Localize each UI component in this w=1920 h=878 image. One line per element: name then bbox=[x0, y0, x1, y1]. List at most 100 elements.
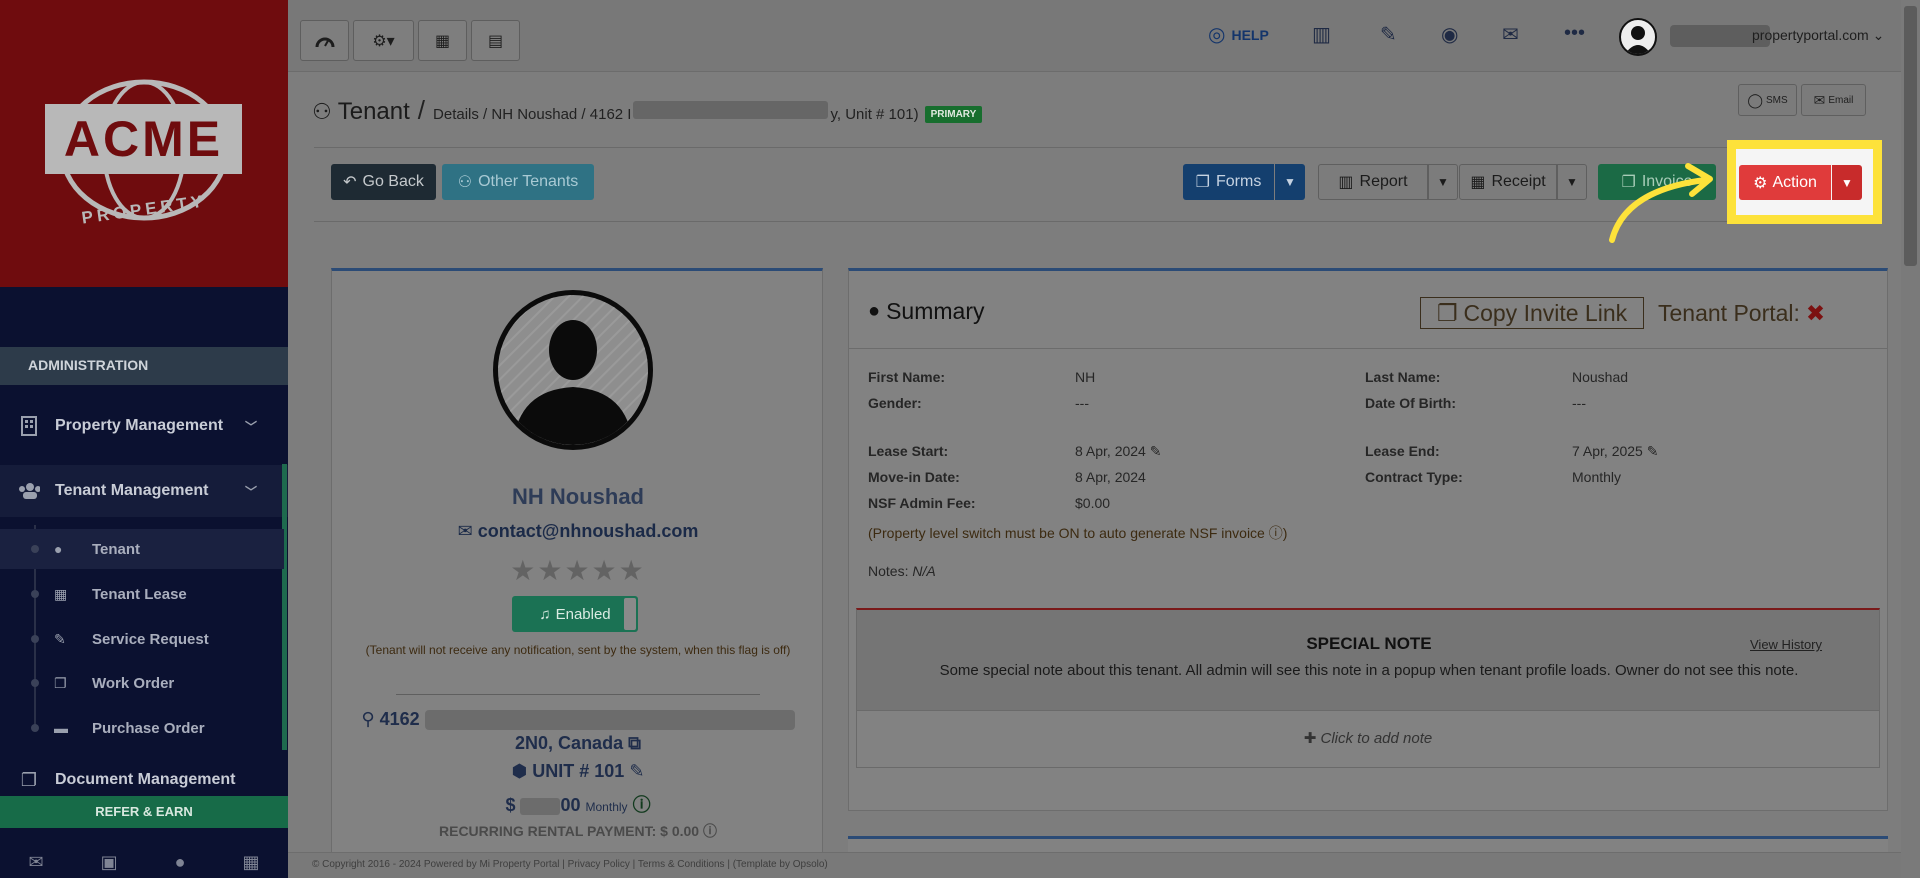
dob-label: Date Of Birth: bbox=[1365, 395, 1456, 411]
subitem-label: Tenant Lease bbox=[92, 585, 187, 603]
special-note-title: SPECIAL NOTE bbox=[1306, 634, 1432, 653]
receipt-dropdown-caret[interactable]: ▼ bbox=[1557, 164, 1587, 200]
edit-icon[interactable]: ✎ bbox=[629, 761, 644, 781]
rating-stars[interactable]: ★★★★★ bbox=[332, 554, 824, 587]
more-icon[interactable]: ••• bbox=[1564, 22, 1585, 45]
go-back-button[interactable]: ↶ Go Back bbox=[331, 164, 436, 200]
cube-icon: ⬢ bbox=[511, 761, 528, 781]
section-header: ADMINISTRATION bbox=[0, 347, 288, 385]
action-button[interactable]: ⚙ Action bbox=[1739, 165, 1831, 200]
building-icon bbox=[18, 415, 40, 437]
sidebar-item-tenant-management[interactable]: Tenant Management ﹀ bbox=[0, 465, 288, 517]
pointer-arrow-icon bbox=[1609, 163, 1713, 243]
tenant-email[interactable]: contact@nhnoushad.com bbox=[478, 521, 699, 541]
chart-icon[interactable]: ▥ bbox=[1312, 22, 1331, 47]
dashboard-button[interactable] bbox=[300, 20, 349, 61]
comment-icon: ◯ bbox=[1747, 91, 1763, 108]
info-icon[interactable]: ⓘ bbox=[1269, 525, 1283, 541]
help-label: HELP bbox=[1231, 26, 1269, 43]
tenant-name: NH Noushad bbox=[512, 484, 644, 509]
refer-earn-button[interactable]: REFER & EARN bbox=[0, 796, 288, 828]
envelope-icon[interactable]: ✉ bbox=[29, 852, 44, 873]
divider bbox=[314, 147, 1868, 148]
user-email: propertyportal.com bbox=[1752, 27, 1869, 43]
info-icon[interactable]: ⓘ bbox=[633, 795, 651, 815]
first-name-label: First Name: bbox=[868, 369, 946, 385]
external-link-icon[interactable]: ⧉ bbox=[628, 733, 641, 753]
tenant-address: ⚲ 4162 2N0, Canada ⧉ bbox=[332, 707, 824, 755]
add-note-button[interactable]: ✚ Click to add note bbox=[856, 710, 1880, 768]
forms-button[interactable]: ❐ Forms bbox=[1183, 164, 1274, 200]
users-icon: ⚇ bbox=[457, 174, 473, 191]
bullet bbox=[31, 635, 39, 643]
wrench-icon: ✎ bbox=[54, 630, 66, 647]
sidebar-item-label: Property Management bbox=[55, 417, 224, 434]
last-name-value: Noushad bbox=[1572, 369, 1629, 385]
scrollbar[interactable] bbox=[1901, 0, 1920, 878]
view-history-link[interactable]: View History bbox=[1750, 637, 1822, 652]
envelope-icon[interactable]: ✉ bbox=[1502, 22, 1519, 47]
report-dropdown-caret[interactable]: ▼ bbox=[1428, 164, 1458, 200]
lease-start-row: 8 Apr, 2024 ✎ bbox=[1075, 443, 1161, 460]
notifications-toggle[interactable]: ♫ Enabled bbox=[512, 596, 638, 632]
divider bbox=[849, 348, 1887, 349]
close-icon[interactable]: ✖ bbox=[1806, 300, 1825, 326]
sms-button[interactable]: ◯ SMS bbox=[1738, 84, 1797, 116]
user-icon[interactable]: ● bbox=[175, 852, 186, 873]
recurring-label: RECURRING RENTAL PAYMENT: $ 0.00 bbox=[439, 823, 700, 839]
primary-badge: PRIMARY bbox=[924, 106, 983, 123]
sidebar-subitem-tenant-lease[interactable]: ▦ Tenant Lease bbox=[0, 574, 284, 614]
sidebar-subitem-service-request[interactable]: ✎ Service Request bbox=[0, 619, 284, 659]
lease-end-row: 7 Apr, 2025 ✎ bbox=[1572, 443, 1658, 460]
scrollbar-thumb[interactable] bbox=[1904, 6, 1917, 266]
email-label: Email bbox=[1828, 94, 1854, 106]
sidebar-item-property-management[interactable]: Property Management ﹀ bbox=[0, 406, 288, 446]
chevron-down-icon: ﹀ bbox=[245, 484, 258, 499]
subitem-label: Tenant bbox=[92, 540, 141, 558]
wrench-icon[interactable]: ✎ bbox=[1380, 22, 1397, 47]
settings-dropdown-button[interactable]: ⚙▾ bbox=[353, 20, 414, 61]
eye-icon[interactable]: ◉ bbox=[1441, 22, 1458, 47]
copy-invite-link-button[interactable]: ❐ Copy Invite Link bbox=[1420, 297, 1644, 329]
briefcase-icon[interactable]: ▣ bbox=[101, 852, 118, 873]
summary-panel: ● Summary ❐ Copy Invite Link Tenant Port… bbox=[848, 268, 1888, 811]
copy-invite-label: Copy Invite Link bbox=[1463, 299, 1628, 326]
breadcrumb: ⚇ Tenant / Details / NH Noushad / 4162 I… bbox=[312, 95, 983, 126]
action-dropdown-caret[interactable]: ▼ bbox=[1832, 165, 1862, 200]
logo[interactable]: ACME bbox=[45, 104, 242, 174]
user-menu[interactable]: propertyportal.com ⌄ bbox=[1752, 27, 1884, 44]
rent-frequency: Monthly bbox=[585, 800, 628, 814]
edit-icon[interactable]: ✎ bbox=[1647, 443, 1659, 459]
page-title: Tenant bbox=[337, 98, 410, 125]
calendar-button[interactable]: ▦ bbox=[418, 20, 467, 61]
sidebar-subitem-work-order[interactable]: ❐ Work Order bbox=[0, 663, 284, 703]
plus-icon: ✚ bbox=[1303, 730, 1317, 747]
calendar-check-icon: ▦ bbox=[54, 585, 68, 602]
sidebar-item-document-management[interactable]: ❐ Document Management bbox=[0, 762, 288, 798]
qrcode-icon: ▦ bbox=[1470, 174, 1486, 191]
bullet bbox=[31, 590, 39, 598]
subitem-label: Service Request bbox=[92, 630, 209, 648]
app-window: ACME PROPERTY ADMINISTRATION Property Ma… bbox=[0, 0, 1920, 878]
report-button[interactable]: ▥ Report bbox=[1318, 164, 1428, 200]
sidebar-subitem-purchase-order[interactable]: ▬ Purchase Order bbox=[0, 708, 284, 748]
user-avatar[interactable] bbox=[1619, 18, 1657, 56]
forms-dropdown-caret[interactable]: ▼ bbox=[1275, 164, 1305, 200]
receipt-button[interactable]: ▦ Receipt bbox=[1459, 164, 1557, 200]
info-icon[interactable]: ⓘ bbox=[703, 823, 717, 839]
breadcrumb-path[interactable]: Details / NH Noushad / 4162 I bbox=[433, 106, 631, 123]
calculator-icon[interactable]: ▦ bbox=[242, 852, 259, 873]
help-link[interactable]: ◎ HELP bbox=[1208, 22, 1269, 47]
contract-label: Contract Type: bbox=[1365, 469, 1463, 485]
copy-icon: ❐ bbox=[1195, 174, 1210, 191]
envelope-icon: ✉ bbox=[457, 521, 473, 541]
breadcrumb-sep: / bbox=[417, 95, 426, 125]
edit-icon[interactable]: ✎ bbox=[1150, 443, 1162, 459]
other-tenants-label: Other Tenants bbox=[478, 173, 579, 190]
sidebar-subitem-tenant[interactable]: ● Tenant bbox=[0, 529, 284, 569]
email-button[interactable]: ✉ Email bbox=[1801, 84, 1866, 116]
calculator-button[interactable]: ▤ bbox=[471, 20, 520, 61]
other-tenants-button[interactable]: ⚇ Other Tenants bbox=[442, 164, 594, 200]
bar-chart-icon: ▥ bbox=[1338, 174, 1354, 191]
users-icon bbox=[18, 480, 40, 502]
